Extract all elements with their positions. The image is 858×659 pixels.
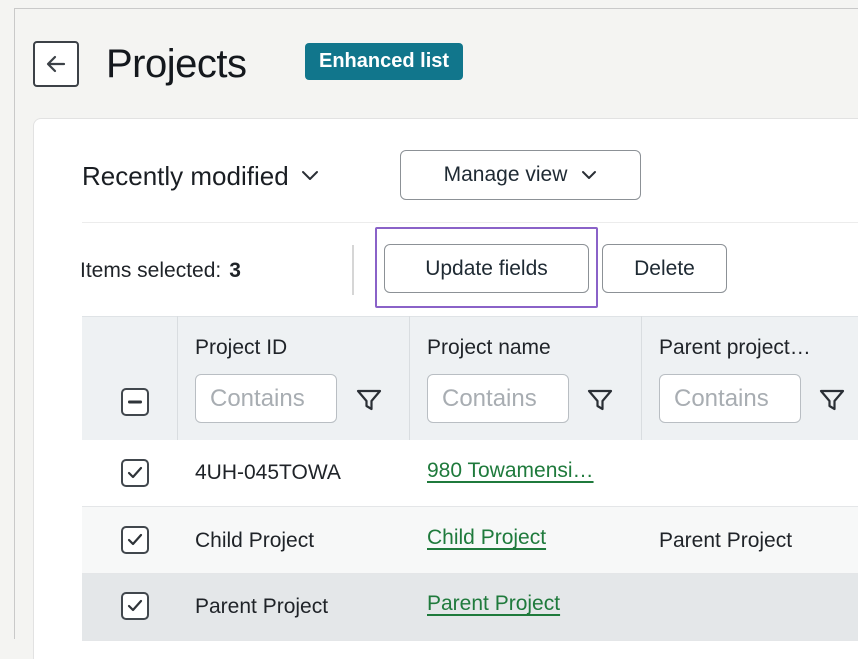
column-separator (177, 316, 178, 440)
project-name-link[interactable]: Parent Project (427, 590, 560, 618)
back-button[interactable] (33, 41, 79, 87)
enhanced-list-badge: Enhanced list (305, 43, 464, 80)
select-all-checkbox[interactable] (121, 388, 149, 416)
view-selector-label: Recently modified (82, 160, 289, 191)
parent-project-filter-input[interactable] (659, 374, 801, 423)
arrow-left-icon (46, 55, 66, 73)
column-header-project-id[interactable]: Project ID (195, 334, 287, 362)
table-row[interactable]: Child Project Child Project Parent Proje… (82, 507, 858, 574)
project-name-link[interactable]: 980 Towamensi… (427, 457, 594, 485)
project-name-filter-input[interactable] (427, 374, 569, 423)
filter-icon[interactable] (586, 386, 614, 414)
table-row[interactable]: Parent Project Parent Project (82, 574, 858, 641)
project-id-cell: Child Project (195, 529, 315, 552)
checkmark-icon (127, 533, 143, 546)
filter-icon[interactable] (355, 386, 383, 414)
parent-project-cell: Parent Project (659, 529, 793, 552)
column-separator (641, 316, 642, 440)
row-checkbox[interactable] (121, 526, 149, 554)
manage-view-button[interactable]: Manage view (400, 150, 641, 200)
chevron-down-icon (301, 171, 318, 180)
row-checkbox[interactable] (121, 592, 149, 620)
checkmark-icon (127, 466, 143, 479)
project-id-cell: 4UH-045TOWA (195, 461, 341, 484)
minus-icon (128, 400, 142, 404)
column-header-project-name[interactable]: Project name (427, 334, 551, 362)
column-header-parent-project[interactable]: Parent project… (659, 334, 811, 362)
project-id-filter-input[interactable] (195, 374, 337, 423)
page-title: Projects (106, 42, 247, 86)
column-separator (409, 316, 410, 440)
items-selected-text: Items selected: 3 (80, 256, 241, 286)
update-fields-button[interactable]: Update fields (384, 244, 589, 293)
table-row[interactable]: 4UH-045TOWA 980 Towamensi… (82, 440, 858, 507)
bulk-actions-divider (352, 245, 354, 295)
chevron-down-icon (582, 171, 597, 179)
row-checkbox[interactable] (121, 459, 149, 487)
filter-icon[interactable] (818, 386, 846, 414)
toolbar-divider (82, 222, 858, 223)
items-selected-count: 3 (229, 259, 241, 282)
delete-button[interactable]: Delete (602, 244, 727, 293)
project-name-link[interactable]: Child Project (427, 524, 546, 552)
items-selected-label: Items selected: (80, 259, 222, 282)
checkmark-icon (127, 599, 143, 612)
view-selector[interactable]: Recently modified (82, 156, 319, 196)
project-id-cell: Parent Project (195, 595, 329, 618)
manage-view-label: Manage view (443, 163, 568, 186)
